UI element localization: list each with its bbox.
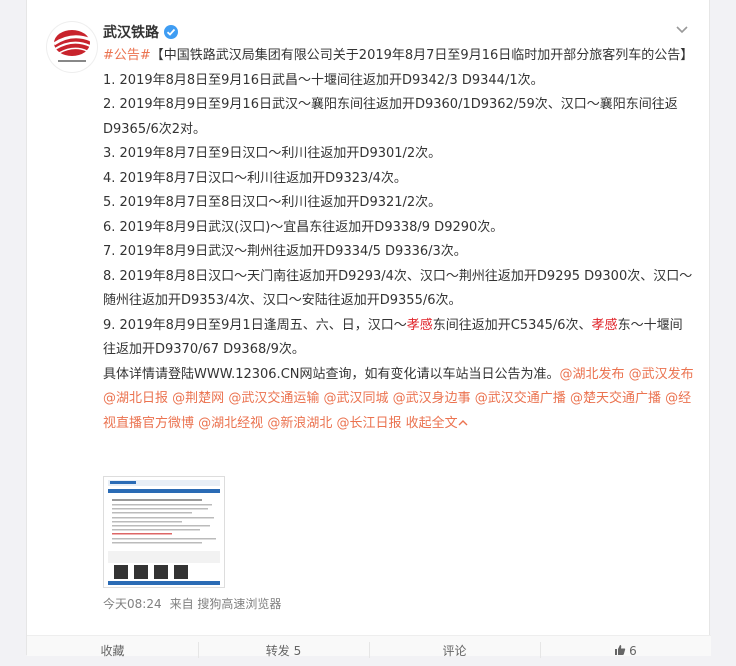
list-item: 8. 2019年8月8日汉口～天门南往返加开D9293/4次、汉口～荆州往返加开… [103,268,693,309]
highlight-keyword: 孝感 [406,317,433,333]
list-item: 6. 2019年8月9日武汉(汉口)～宜昌东往返加开D9338/9 D9290次… [103,219,504,235]
mention-link[interactable]: @长江日报 [336,416,401,431]
chevron-up-icon [458,419,468,425]
repost-button[interactable]: 转发 5 [198,636,369,658]
favorite-button[interactable]: 收藏 [27,636,198,658]
mention-link[interactable]: @武汉发布 [629,367,694,382]
post-content: #公告#【中国铁路武汉局集团有限公司关于2019年8月7日至9月16日临时加开部… [103,44,695,436]
headline-paragraph: #公告#【中国铁路武汉局集团有限公司关于2019年8月7日至9月16日临时加开部… [103,44,695,69]
action-bar: 收藏 转发 5 评论 6 [27,635,711,658]
list-item: 2. 2019年8月9日至9月16日武汉～襄阳东间往返加开D9360/1D936… [103,97,678,137]
list-item: 5. 2019年8月7日至8日汉口～利川往返加开D9321/2次。 [103,195,442,210]
chevron-down-icon[interactable] [675,22,689,36]
headline: 【中国铁路武汉局集团有限公司关于2019年8月7日至9月16日临时加开部分旅客列… [150,48,694,63]
mention-link[interactable]: @楚天交通广播 [570,391,661,406]
post-meta: 今天08:24 来自 搜狗高速浏览器 [103,595,289,612]
avatar[interactable] [47,22,97,72]
post-time[interactable]: 今天08:24 [103,597,162,611]
closing-paragraph: 具体详情请登陆WWW.12306.CN网站查询，如有变化请以车站当日公告为准。@… [103,363,695,437]
highlight-keyword: 孝感 [591,317,618,333]
closing-text: 具体详情请登陆WWW.12306.CN网站查询，如有变化请以车站当日公告为准。 [103,366,560,382]
list-item: 1. 2019年8月8日至9月16日武昌～十堰间往返加开D9342/3 D934… [103,72,544,88]
mention-link[interactable]: @武汉交通广播 [475,391,566,406]
hashtag-link[interactable]: #公告# [103,48,151,63]
list-item: 4. 2019年8月7日汉口～利川往返加开D9323/4次。 [103,170,407,186]
comment-button[interactable]: 评论 [369,636,540,658]
verified-icon [164,25,178,39]
mention-link[interactable]: @荆楚网 [172,391,224,406]
list-item: 9. 2019年8月9日至9月1日逢周五、六、日，汉口～孝感东间往返加开C534… [103,317,683,358]
like-button[interactable]: 6 [540,636,711,658]
weibo-post-card: 武汉铁路 #公告#【中国铁路武汉局集团有限公司关于2019年8月7日至9月16日… [26,0,711,658]
webpage-screenshot-image [104,477,224,587]
mention-link[interactable]: @湖北发布 [560,367,625,382]
list-item: 3. 2019年8月7日至9日汉口～利川往返加开D9301/2次。 [103,146,442,161]
thumbs-up-icon [615,645,626,655]
wuhan-railway-logo [48,23,96,71]
author-name[interactable]: 武汉铁路 [103,22,159,42]
mention-link[interactable]: @武汉身边事 [393,391,471,406]
attached-image-thumbnail[interactable] [103,476,225,588]
collapse-text-link[interactable]: 收起全文 [406,416,468,431]
mention-link[interactable]: @新浪湖北 [267,416,332,431]
post-source: 来自 搜狗高速浏览器 [169,597,282,611]
like-count: 6 [629,644,637,658]
mention-link[interactable]: @武汉交通运输 [228,391,319,406]
author-row: 武汉铁路 [103,22,179,42]
mention-link[interactable]: @武汉同城 [323,391,388,406]
list-item: 7. 2019年8月9日武汉～荆州往返加开D9334/5 D9336/3次。 [103,244,467,259]
mention-link[interactable]: @湖北日报 [103,391,168,406]
mention-link[interactable]: @湖北经视 [198,416,263,431]
